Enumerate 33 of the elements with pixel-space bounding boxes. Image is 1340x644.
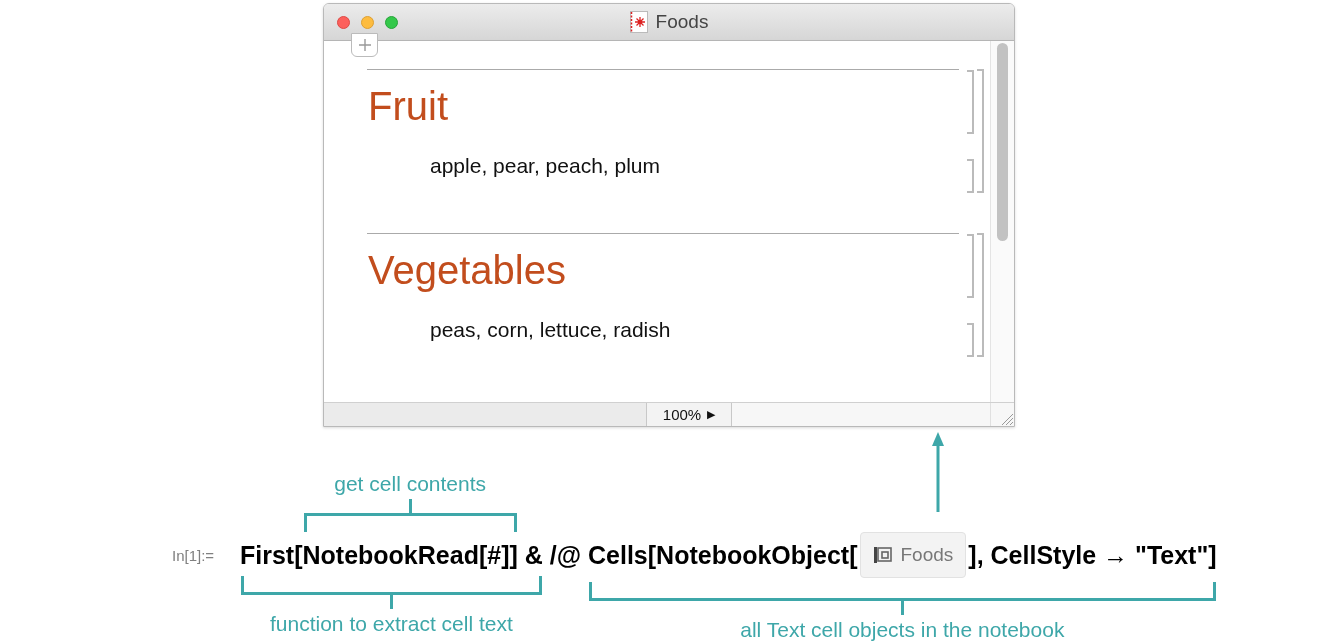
text-cell-text: apple, pear, peach, plum [429, 153, 660, 179]
scrollbar[interactable] [990, 41, 1014, 402]
cell-bracket[interactable] [967, 234, 974, 298]
text-cell-text: peas, corn, lettuce, radish [429, 317, 671, 343]
section-title: Fruit [367, 83, 448, 130]
chip-label: Foods [900, 544, 954, 566]
code-text: First[ [240, 540, 303, 571]
cell-bracket[interactable] [967, 159, 974, 193]
annotation-label: get cell contents [334, 472, 486, 496]
cell-bracket[interactable] [967, 70, 974, 134]
add-cell-button[interactable] [351, 33, 378, 57]
close-button[interactable] [337, 15, 350, 29]
window-title: Foods [655, 11, 709, 33]
cell-bracket[interactable] [967, 323, 974, 357]
plus-icon [358, 39, 371, 51]
notebook-object-icon [872, 546, 893, 564]
code-text: & [523, 540, 543, 571]
section-title: Vegetables [367, 247, 566, 294]
minimize-button[interactable] [361, 15, 374, 29]
code-text: /@ [548, 540, 583, 571]
input-label: In[1]:= [172, 546, 216, 564]
code-text: NotebookRead[#]] [302, 540, 518, 571]
resize-grip-icon[interactable] [1000, 412, 1014, 426]
notebook-icon [629, 11, 648, 33]
zoom-menu-button[interactable]: 100% ▶ [646, 403, 732, 426]
zoom-button[interactable] [385, 15, 398, 29]
group-bracket[interactable] [977, 69, 984, 193]
annotation-label: function to extract cell text [270, 612, 513, 636]
group-bracket[interactable] [977, 233, 984, 357]
code-text: ], CellStyle → "Text"] [968, 540, 1217, 571]
scrollbar-thumb[interactable] [997, 43, 1008, 241]
annotation-label: all Text cell objects in the notebook [740, 618, 1065, 642]
code-text: Cells[NotebookObject[ [588, 540, 858, 571]
